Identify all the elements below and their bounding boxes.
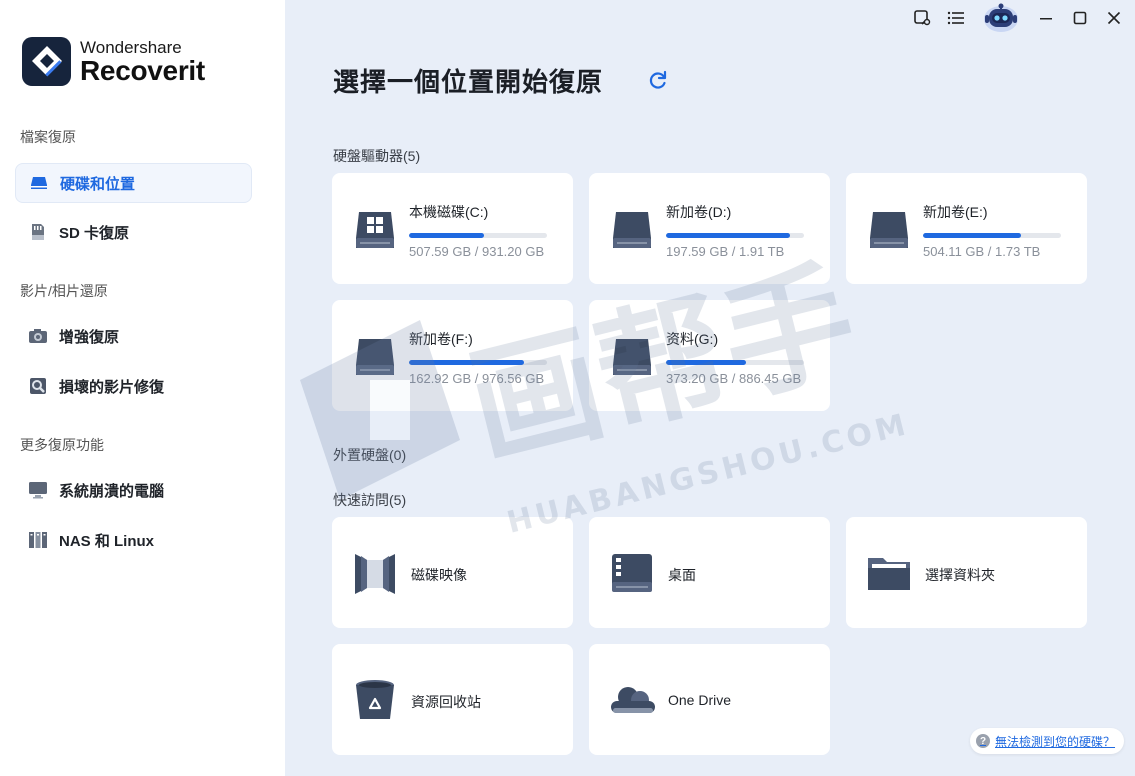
drive-usage-bar xyxy=(666,233,804,238)
onedrive-icon xyxy=(611,687,655,713)
sidebar-item-label: NAS 和 Linux xyxy=(59,532,155,550)
sidebar-item-crashed-computer[interactable]: 系統崩潰的電腦 xyxy=(15,470,252,510)
robot-avatar-icon xyxy=(984,3,1018,32)
title-bar xyxy=(905,0,1135,36)
drive-size: 162.92 GB / 976.56 GB xyxy=(409,371,545,386)
drive-name: 本機磁碟(C:) xyxy=(409,204,489,220)
quick-disk-image[interactable]: 磁碟映像 xyxy=(332,517,573,628)
quick-access-label: 快速訪問(5) xyxy=(333,492,407,508)
menu-button[interactable] xyxy=(939,0,973,36)
minimize-icon xyxy=(1040,18,1052,20)
drive-usage-fill xyxy=(666,233,791,238)
sidebar: Wondershare Recoverit 檔案復原 硬碟和位置 SD 卡復原 … xyxy=(0,0,285,776)
drive-size: 507.59 GB / 931.20 GB xyxy=(409,244,545,259)
feedback-icon xyxy=(914,10,931,26)
drive-card-g[interactable]: 资料(G:) 373.20 GB / 886.45 GB xyxy=(589,300,830,411)
sidebar-item-label: 損壞的影片修復 xyxy=(59,378,165,396)
drive-card-c[interactable]: 本機磁碟(C:) 507.59 GB / 931.20 GB xyxy=(332,173,573,284)
quick-desktop[interactable]: 桌面 xyxy=(589,517,830,628)
minimize-button[interactable] xyxy=(1029,0,1063,36)
video-repair-icon xyxy=(27,375,49,397)
drive-card-f[interactable]: 新加卷(F:) 162.92 GB / 976.56 GB xyxy=(332,300,573,411)
sidebar-item-nas-linux[interactable]: NAS 和 Linux xyxy=(15,520,252,560)
sidebar-item-enhanced-recovery[interactable]: 增強復原 xyxy=(15,316,252,356)
drive-name: 新加卷(E:) xyxy=(923,204,988,220)
external-drives-label: 外置硬盤(0) xyxy=(333,447,407,463)
quick-label: 桌面 xyxy=(668,567,696,583)
quick-label: 選擇資料夾 xyxy=(925,567,995,583)
list-menu-icon xyxy=(947,11,964,25)
section-title-file-recovery: 檔案復原 xyxy=(20,129,76,145)
recycle-bin-icon xyxy=(356,680,394,719)
section-title-video-photo: 影片/相片還原 xyxy=(20,283,108,299)
drive-card-d[interactable]: 新加卷(D:) 197.59 GB / 1.91 TB xyxy=(589,173,830,284)
sidebar-item-label: 增強復原 xyxy=(59,328,120,346)
main-panel: 選擇一個位置開始復原 硬盤驅動器(5) 本機磁碟(C:) 507.59 GB /… xyxy=(285,0,1135,776)
quick-select-folder[interactable]: 選擇資料夾 xyxy=(846,517,1087,628)
question-icon: ? xyxy=(976,734,990,748)
page-title: 選擇一個位置開始復原 xyxy=(333,67,604,97)
sidebar-item-label: 硬碟和位置 xyxy=(60,175,136,193)
drive-icon xyxy=(870,212,908,248)
drive-usage-bar xyxy=(409,233,547,238)
quick-onedrive[interactable]: One Drive xyxy=(589,644,830,755)
drive-icon xyxy=(613,212,651,248)
drive-usage-fill xyxy=(923,233,1021,238)
maximize-button[interactable] xyxy=(1063,0,1097,36)
drive-size: 373.20 GB / 886.45 GB xyxy=(666,371,802,386)
sidebar-item-sd-card[interactable]: SD 卡復原 xyxy=(15,212,252,252)
drive-usage-bar xyxy=(409,360,547,365)
drive-name: 资料(G:) xyxy=(666,331,719,347)
windows-drive-icon xyxy=(356,212,394,248)
drive-usage-fill xyxy=(409,360,524,365)
drive-usage-bar xyxy=(666,360,804,365)
product-name: Recoverit xyxy=(80,54,205,86)
drive-size: 504.11 GB / 1.73 TB xyxy=(923,244,1041,259)
drive-card-e[interactable]: 新加卷(E:) 504.11 GB / 1.73 TB xyxy=(846,173,1087,284)
quick-label: One Drive xyxy=(668,692,732,708)
sidebar-item-video-repair[interactable]: 損壞的影片修復 xyxy=(15,366,252,406)
drive-icon xyxy=(613,339,651,375)
sd-card-icon xyxy=(27,221,49,243)
sidebar-item-drives-locations[interactable]: 硬碟和位置 xyxy=(15,163,252,203)
section-title-more-features: 更多復原功能 xyxy=(20,437,104,453)
recoverit-logo-icon xyxy=(22,37,71,86)
feedback-button[interactable] xyxy=(905,0,939,36)
quick-recycle-bin[interactable]: 資源回收站 xyxy=(332,644,573,755)
drive-usage-fill xyxy=(409,233,485,238)
folder-icon xyxy=(868,558,910,590)
drive-name: 新加卷(F:) xyxy=(409,331,473,347)
close-button[interactable] xyxy=(1097,0,1131,36)
assistant-robot-button[interactable] xyxy=(973,0,1029,36)
app-logo: Wondershare Recoverit xyxy=(22,37,205,86)
desktop-icon xyxy=(612,554,652,592)
camera-icon xyxy=(27,325,49,347)
drive-usage-fill xyxy=(666,360,747,365)
drive-usage-bar xyxy=(923,233,1061,238)
drives-section-label: 硬盤驅動器(5) xyxy=(333,148,421,164)
drive-icon xyxy=(356,339,394,375)
drive-size: 197.59 GB / 1.91 TB xyxy=(666,244,785,259)
monitor-icon xyxy=(27,479,49,501)
maximize-icon xyxy=(1073,11,1087,25)
help-link-label: 無法檢測到您的硬碟？ xyxy=(995,734,1116,749)
quick-label: 資源回收站 xyxy=(411,694,481,710)
drive-icon xyxy=(28,172,50,194)
quick-label: 磁碟映像 xyxy=(411,567,467,583)
drive-name: 新加卷(D:) xyxy=(666,204,732,220)
disk-image-icon xyxy=(355,554,395,594)
close-icon xyxy=(1107,11,1121,25)
nas-icon xyxy=(27,529,49,551)
sidebar-item-label: SD 卡復原 xyxy=(59,224,130,242)
refresh-icon[interactable] xyxy=(647,69,669,91)
sidebar-item-label: 系統崩潰的電腦 xyxy=(59,482,165,500)
cannot-detect-drive-link[interactable]: ? 無法檢測到您的硬碟？ xyxy=(970,728,1125,754)
brand-name: Wondershare xyxy=(80,37,182,57)
